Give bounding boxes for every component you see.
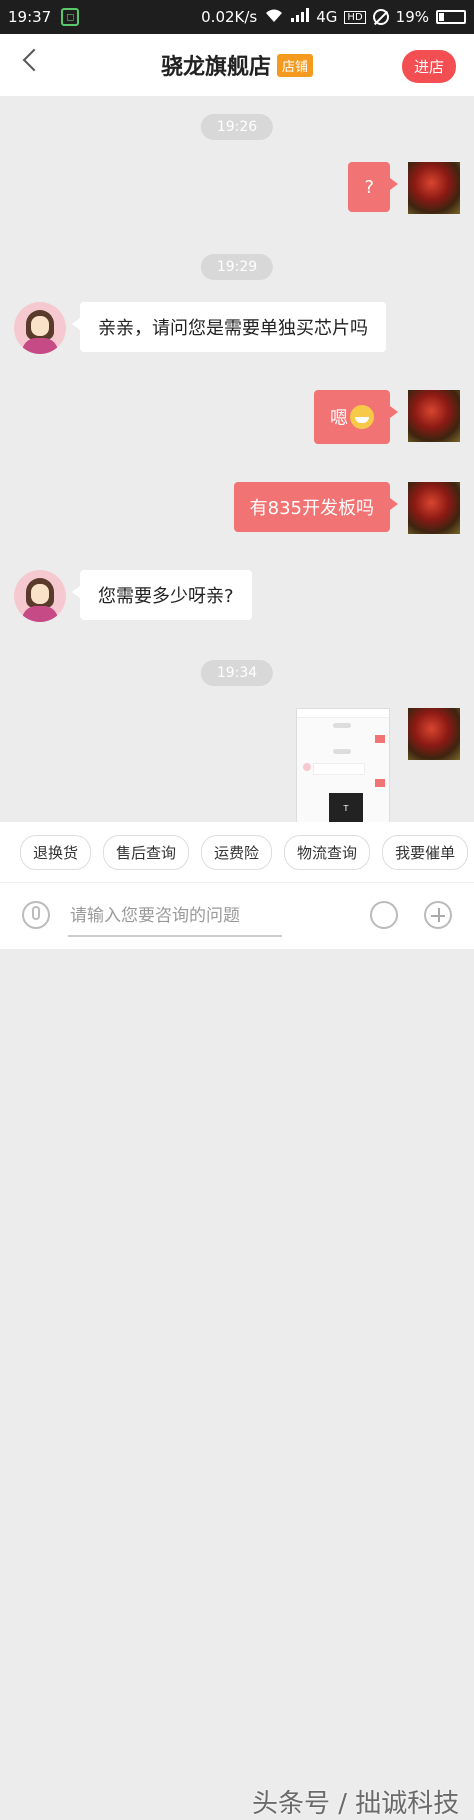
image-preview-icon: T [329, 793, 363, 822]
message-bubble-received[interactable]: 亲亲，请问您是需要单独买芯片吗 [72, 302, 386, 352]
user-avatar[interactable] [408, 162, 460, 214]
page-title: 骁龙旗舰店 [160, 54, 271, 80]
user-avatar[interactable] [408, 482, 460, 534]
quick-reply-chip[interactable]: 售后查询 [103, 834, 190, 870]
status-time: 19:37 [8, 8, 52, 26]
timestamp: 19:29 [200, 254, 274, 280]
timestamp: 19:34 [200, 660, 274, 686]
quick-reply-chip[interactable]: 运费险 [201, 834, 273, 870]
input-bar: 头条号 / 拙诚科技 [0, 882, 474, 1819]
message-text: 亲亲，请问您是需要单独买芯片吗 [98, 318, 368, 339]
service-avatar[interactable] [14, 570, 66, 622]
user-avatar[interactable] [408, 390, 460, 442]
message-text: 您需要多少呀亲? [98, 586, 234, 607]
message-text: 嗯 [330, 408, 348, 429]
back-icon[interactable] [22, 48, 46, 72]
image-message[interactable]: T [296, 708, 390, 822]
network-type: 4G [316, 8, 338, 26]
message-bubble-sent[interactable]: ? [348, 162, 398, 212]
enter-shop-button[interactable]: 进店 [401, 50, 456, 83]
quick-reply-chip[interactable]: 退换货 [20, 834, 92, 870]
network-speed: 0.02K/s [201, 8, 258, 26]
message-bubble-sent[interactable]: 嗯 [314, 390, 398, 444]
user-avatar[interactable] [408, 708, 460, 760]
screenshot-icon: ◻ [61, 8, 80, 26]
plus-icon[interactable] [424, 901, 452, 929]
message-bubble-sent[interactable]: 有835开发板吗 [233, 482, 399, 532]
message-text: ? [364, 176, 374, 198]
service-avatar[interactable] [14, 302, 66, 354]
no-disturb-icon [372, 9, 389, 25]
quick-reply-chip[interactable]: 物流查询 [284, 834, 371, 870]
wifi-icon [264, 7, 284, 27]
status-bar: 19:37 ◻ 0.02K/s 4G HD 19% [0, 0, 474, 34]
quick-reply-bar: 退换货 售后查询 运费险 物流查询 我要催单 [0, 822, 474, 882]
grin-emoji-icon [350, 405, 374, 429]
message-bubble-received[interactable]: 您需要多少呀亲? [72, 570, 252, 620]
nav-bar: 骁龙旗舰店 店铺 进店 [0, 34, 474, 96]
chat-area[interactable]: 19:26 ? 19:29 亲亲，请问您是需要单独买芯片吗 嗯 有835开发板吗… [0, 96, 474, 822]
shop-tag[interactable]: 店铺 [277, 53, 314, 77]
battery-percent: 19% [395, 8, 429, 26]
microphone-icon[interactable] [22, 901, 50, 929]
quick-reply-chip[interactable]: 我要催单 [382, 834, 469, 870]
battery-icon [436, 10, 466, 24]
emoji-icon[interactable] [370, 901, 398, 929]
timestamp: 19:26 [200, 114, 274, 140]
hd-badge: HD [344, 10, 366, 24]
status-right: 0.02K/s 4G HD 19% [201, 0, 466, 34]
message-input[interactable] [68, 897, 282, 937]
signal-icon [291, 8, 310, 26]
watermark: 头条号 / 拙诚科技 [252, 1789, 460, 1819]
message-text: 有835开发板吗 [249, 498, 374, 519]
